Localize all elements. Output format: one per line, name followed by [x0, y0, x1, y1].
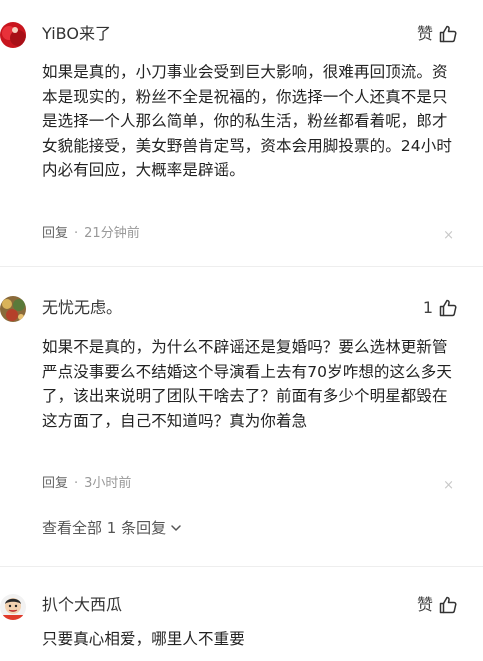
divider: [0, 566, 483, 567]
like-button[interactable]: 赞: [417, 594, 458, 616]
reply-button[interactable]: 回复: [42, 226, 68, 241]
comment-text: 如果是真的，小刀事业会受到巨大影响，很难再回顶流。资本是现实的，粉丝不全是祝福的…: [42, 63, 452, 179]
comment-text: 如果不是真的，为什么不辟谣还是复婚吗？要么选林更新管严点没事要么不结婚这个导演看…: [42, 338, 452, 430]
comment-username[interactable]: 无忧无虑。: [42, 297, 122, 319]
thumbs-up-icon: [439, 299, 457, 317]
like-label: 赞: [416, 595, 433, 614]
comment-text: 只要真心相爱，哪里人不重要: [42, 630, 245, 648]
like-count: 1: [422, 298, 433, 317]
view-replies-label: 查看全部 1 条回复: [42, 519, 167, 537]
avatar[interactable]: [0, 22, 26, 48]
like-button[interactable]: 赞: [417, 23, 458, 45]
reply-button[interactable]: 回复: [42, 476, 68, 491]
comment-time: 3小时前: [84, 476, 132, 491]
chevron-down-icon: [171, 525, 181, 531]
view-replies-link[interactable]: 查看全部 1 条回复: [42, 518, 183, 538]
thumbs-up-icon: [439, 25, 457, 43]
thumbs-up-icon: [439, 596, 457, 614]
comment-username[interactable]: YiBO来了: [42, 23, 111, 45]
like-button[interactable]: 1: [423, 297, 458, 319]
comment-meta: 回复 · 21分钟前: [42, 225, 140, 243]
avatar[interactable]: [0, 296, 26, 322]
comment-username[interactable]: 扒个大西瓜: [42, 594, 122, 616]
divider: [0, 266, 483, 267]
like-label: 赞: [416, 24, 433, 43]
meta-separator: ·: [74, 226, 79, 241]
close-icon[interactable]: ×: [443, 227, 454, 245]
close-icon[interactable]: ×: [443, 477, 454, 495]
comment-time: 21分钟前: [84, 226, 140, 241]
comment-meta: 回复 · 3小时前: [42, 475, 131, 493]
meta-separator: ·: [74, 476, 79, 491]
avatar[interactable]: [0, 594, 26, 620]
